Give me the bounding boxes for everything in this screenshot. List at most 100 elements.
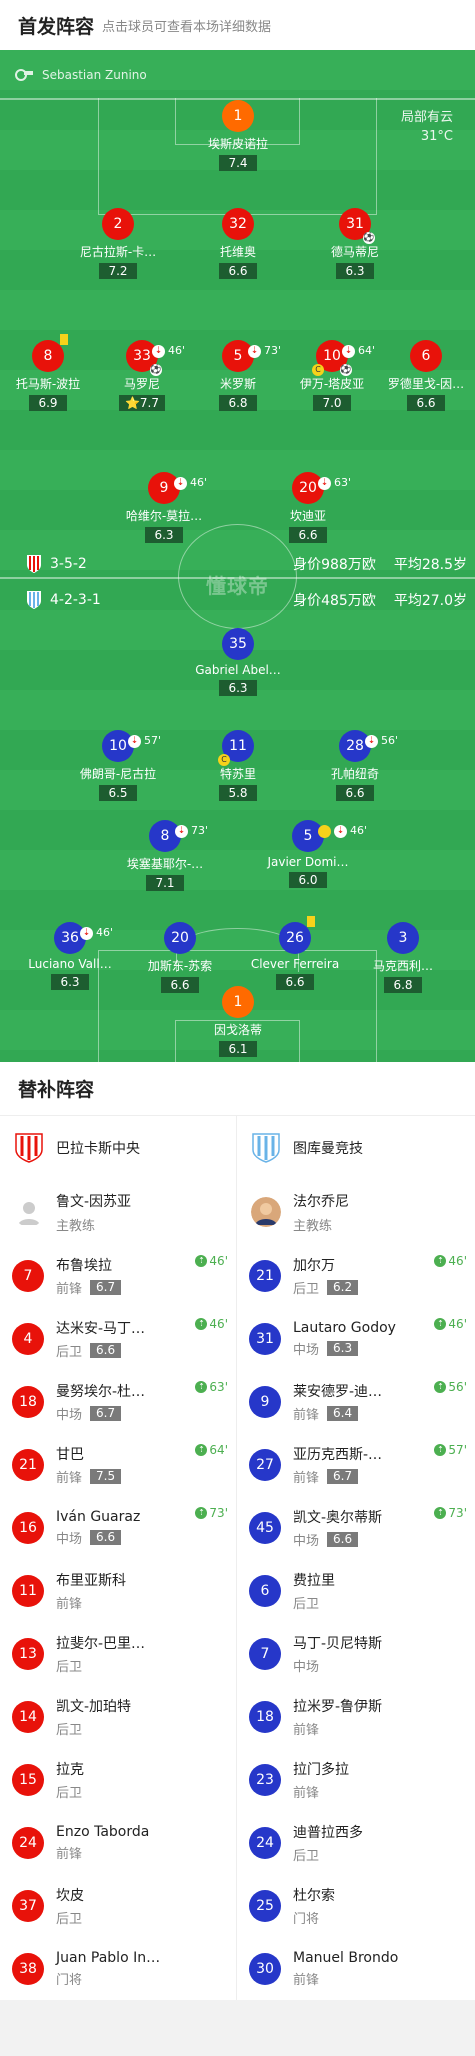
home-player[interactable]: 1 埃斯皮诺拉 7.4 <box>178 100 298 171</box>
player-rating: 6.3 <box>327 1340 359 1356</box>
player-position: 后卫 <box>56 1659 83 1675</box>
away-player[interactable]: 5 ⇣ 46' Javier Domi… 6.0 <box>248 820 368 888</box>
away-player[interactable]: 8 ⇣ 73' 埃塞基耶尔-… 7.1 <box>105 820 225 891</box>
yellow-card-icon <box>307 916 315 927</box>
sub-on-icon: ⇡ <box>195 1381 208 1393</box>
player-name: Lautaro Godoy <box>293 1319 396 1336</box>
home-team-header[interactable]: 巴拉卡斯中央 <box>0 1116 236 1180</box>
home-coach[interactable]: 鲁文-因苏亚 主教练 <box>0 1180 236 1244</box>
away-team-stats: 身价485万欧 平均27.0岁 <box>293 593 467 609</box>
bench-player[interactable]: 23 拉门多拉 前锋 <box>237 1748 475 1811</box>
player-number: 31 <box>249 1322 281 1355</box>
player-rating: 6.6 <box>327 1531 359 1547</box>
home-player[interactable]: 32 托维奥 6.6 <box>178 208 298 279</box>
bench-player[interactable]: 30 Manuel Brondo 前锋 <box>237 1937 475 2000</box>
sub-on-event: ⇡ 46' <box>195 1317 228 1331</box>
bench-player[interactable]: 13 拉斐尔-巴里… 后卫 <box>0 1622 236 1685</box>
away-player[interactable]: 3 马克西利… 6.8 <box>343 922 463 993</box>
home-player[interactable]: 2 尼古拉斯-卡… 7.2 <box>58 208 178 279</box>
away-player[interactable]: 36 ⇣ 46' Luciano Vall… 6.3 <box>10 922 130 990</box>
away-player[interactable]: 10 ⇣ 57' 佛朗哥-尼古拉 6.5 <box>58 730 178 801</box>
player-name: 凯文-加珀特 <box>56 1698 132 1715</box>
player-name: 凯文-奥尔蒂斯 <box>293 1509 383 1526</box>
home-player[interactable]: 20 ⇣ 63' 坎迪亚 6.6 <box>248 472 368 543</box>
coach-avatar-icon <box>251 1197 281 1227</box>
sub-off-icon: ⇣ 63' <box>318 467 351 499</box>
player-number: 23 <box>249 1763 281 1796</box>
bench-player[interactable]: 21 加尔万 后卫 6.2 ⇡ 46' <box>237 1244 475 1307</box>
player-position: 前锋 <box>293 1785 320 1801</box>
bench-lists: 巴拉卡斯中央 鲁文-因苏亚 主教练 7 布鲁埃拉 前锋 6.7 ⇡ 46' 4 达米安-马丁… 后… <box>0 1116 475 2000</box>
away-player[interactable]: 26 Clever Ferreira 6.6 <box>235 916 355 990</box>
sub-off-icon: ⇣ 57' <box>128 725 161 757</box>
home-team-logo-icon <box>27 555 41 573</box>
bench-player[interactable]: 21 甘巴 前锋 7.5 ⇡ 64' <box>0 1433 236 1496</box>
pitch: Sebastian Zunino 局部有云 31°C 3-5-2 身价988万欧… <box>0 50 475 1062</box>
player-name: Manuel Brondo <box>293 1949 399 1966</box>
bench-player[interactable]: 45 凯文-奥尔蒂斯 中场 6.6 ⇡ 73' <box>237 1496 475 1559</box>
away-player[interactable]: 28 ⇣ 56' 孔帕纽奇 6.6 <box>295 730 415 801</box>
player-name: 拉米罗-鲁伊斯 <box>293 1698 383 1715</box>
player-position: 前锋 <box>56 1846 83 1862</box>
away-player[interactable]: 1 因戈洛蒂 6.1 <box>178 986 298 1057</box>
player-name: 坎皮 <box>56 1887 84 1904</box>
player-number: 38 <box>12 1952 44 1985</box>
player-position: 前锋 <box>293 1470 320 1486</box>
away-player[interactable]: 11 C 特苏里 5.8 <box>178 730 298 801</box>
bench-player[interactable]: 24 迪普拉西多 后卫 <box>237 1811 475 1874</box>
player-position: 后卫 <box>56 1911 83 1927</box>
player-number: 37 <box>12 1889 44 1922</box>
sub-on-event: ⇡ 73' <box>195 1506 228 1520</box>
player-position: 后卫 <box>293 1596 320 1612</box>
bench-player[interactable]: 25 杜尔索 门将 <box>237 1874 475 1937</box>
bench-player[interactable]: 9 莱安德罗-迪… 前锋 6.4 ⇡ 56' <box>237 1370 475 1433</box>
weather: 局部有云 31°C <box>401 108 453 146</box>
player-name: 费拉里 <box>293 1572 335 1589</box>
bench-player[interactable]: 14 凯文-加珀特 后卫 <box>0 1685 236 1748</box>
player-position: 前锋 <box>293 1722 320 1738</box>
bench-player[interactable]: 31 Lautaro Godoy 中场 6.3 ⇡ 46' <box>237 1307 475 1370</box>
bench-player[interactable]: 27 亚历克西斯-… 前锋 6.7 ⇡ 57' <box>237 1433 475 1496</box>
away-team-logo-icon <box>27 591 41 609</box>
player-name: 迪普拉西多 <box>293 1824 363 1841</box>
home-player[interactable]: 31 ⚽ 德马蒂尼 6.3 <box>295 208 415 279</box>
sub-on-event: ⇡ 46' <box>434 1317 467 1331</box>
player-name: 甘巴 <box>56 1446 84 1463</box>
bench-player[interactable]: 15 拉克 后卫 <box>0 1748 236 1811</box>
player-name: 莱安德罗-迪… <box>293 1383 383 1400</box>
player-number: 14 <box>12 1700 44 1733</box>
away-player[interactable]: 35 Gabriel Abel… 6.3 <box>178 628 298 696</box>
player-position: 中场 <box>56 1531 83 1547</box>
away-player[interactable]: 20 加斯东-苏索 6.6 <box>120 922 240 993</box>
bench-player[interactable]: 16 Iván Guaraz 中场 6.6 ⇡ 73' <box>0 1496 236 1559</box>
bench-player[interactable]: 7 布鲁埃拉 前锋 6.7 ⇡ 46' <box>0 1244 236 1307</box>
sub-on-icon: ⇡ <box>195 1444 208 1456</box>
captain-icon: C <box>312 364 324 376</box>
away-team-header[interactable]: 图库曼竞技 <box>237 1116 475 1180</box>
bench-player[interactable]: 4 达米安-马丁… 后卫 6.6 ⇡ 46' <box>0 1307 236 1370</box>
bench-player[interactable]: 11 布里亚斯科 前锋 <box>0 1559 236 1622</box>
player-number: 7 <box>12 1259 44 1292</box>
home-player[interactable]: 9 ⇣ 46' 哈维尔-莫拉… 6.3 <box>104 472 224 543</box>
player-rating: 6.7 <box>327 1468 359 1484</box>
home-player[interactable]: 6 罗德里戈-因… 6.6 <box>366 340 475 411</box>
sub-off-icon: ⇣ 46' <box>80 917 113 949</box>
referee-name: Sebastian Zunino <box>42 68 147 82</box>
player-number: 21 <box>249 1259 281 1292</box>
player-position: 中场 <box>293 1533 320 1549</box>
bench-player[interactable]: 38 Juan Pablo In… 门将 <box>0 1937 236 2000</box>
bench-player[interactable]: 7 马丁-贝尼特斯 中场 <box>237 1622 475 1685</box>
player-rating: 7.5 <box>90 1468 122 1484</box>
bench-player[interactable]: 24 Enzo Taborda 前锋 <box>0 1811 236 1874</box>
player-number: 4 <box>12 1322 44 1355</box>
player-number: 24 <box>249 1826 281 1859</box>
bench-player[interactable]: 18 拉米罗-鲁伊斯 前锋 <box>237 1685 475 1748</box>
away-coach[interactable]: 法尔乔尼 主教练 <box>237 1180 475 1244</box>
player-number: 27 <box>249 1448 281 1481</box>
player-rating: 6.2 <box>327 1279 359 1295</box>
referee: Sebastian Zunino <box>14 68 147 82</box>
bench-player[interactable]: 18 曼努埃尔-杜… 中场 6.7 ⇡ 63' <box>0 1370 236 1433</box>
bench-player[interactable]: 37 坎皮后卫 <box>0 1874 236 1937</box>
bench-player[interactable]: 6 费拉里 后卫 <box>237 1559 475 1622</box>
sub-on-icon: ⇡ <box>434 1318 447 1330</box>
